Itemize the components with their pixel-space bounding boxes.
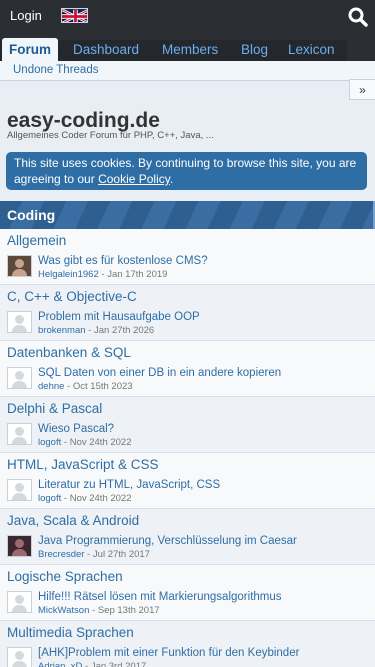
board-title[interactable]: HTML, JavaScript & CSS — [7, 457, 159, 472]
uk-flag-icon[interactable] — [61, 8, 88, 23]
board-row: Delphi & Pascal Wieso Pascal? logoft - Nov… — [0, 397, 375, 453]
cookie-text: This site uses cookies. By continuing to… — [14, 156, 357, 186]
tab-members[interactable]: Members — [155, 38, 225, 61]
post-date: Jan 17th 2019 — [107, 269, 168, 280]
undone-threads-link[interactable]: Undone Threads — [13, 64, 98, 76]
last-thread-link[interactable]: Hilfe!!! Rätsel lösen mit Markierungsalg… — [38, 591, 282, 603]
tab-dashboard[interactable]: Dashboard — [66, 38, 146, 61]
date-separator: - — [82, 661, 91, 667]
board-title[interactable]: Logische Sprachen — [7, 569, 123, 584]
author-link[interactable]: logoft — [38, 437, 61, 448]
post-date: Nov 24th 2022 — [69, 493, 132, 504]
post-date: Nov 24th 2022 — [69, 437, 132, 448]
author-link[interactable]: dehne — [38, 381, 64, 392]
avatar[interactable] — [7, 367, 32, 389]
date-separator: - — [98, 269, 108, 280]
last-thread-link[interactable]: SQL Daten von einer DB in ein andere kop… — [38, 367, 281, 379]
date-separator: - — [85, 325, 94, 336]
post-date: Oct 15th 2023 — [72, 381, 133, 392]
top-bar: Login — [0, 0, 375, 34]
board-title[interactable]: Allgemein — [7, 233, 66, 248]
date-separator: - — [84, 549, 93, 560]
board-row: C, C++ & Objective-C Problem mit Hausaufg… — [0, 285, 375, 341]
last-post-meta: logoft - Nov 24th 2022 — [38, 437, 132, 448]
avatar[interactable] — [7, 647, 32, 667]
login-link[interactable]: Login — [10, 8, 42, 23]
last-thread-link[interactable]: Wieso Pascal? — [38, 423, 114, 435]
board-title[interactable]: Delphi & Pascal — [7, 401, 102, 416]
collapse-sidebar-button[interactable]: » — [349, 79, 375, 100]
board-row: Allgemein Was gibt es für kostenlose CMS?… — [0, 229, 375, 285]
board-row: Multimedia Sprachen [AHK]Problem mit eine… — [0, 621, 375, 667]
last-post-meta: Adrian_xD - Jan 3rd 2017 — [38, 661, 146, 667]
last-post-meta: MickWatson - Sep 13th 2017 — [38, 605, 160, 616]
tab-lexicon[interactable]: Lexicon — [281, 38, 342, 61]
avatar[interactable] — [7, 591, 32, 613]
avatar[interactable] — [7, 535, 32, 557]
avatar[interactable] — [7, 423, 32, 445]
last-thread-link[interactable]: [AHK]Problem mit einer Funktion für den … — [38, 647, 299, 659]
board-row: Datenbanken & SQL SQL Daten von einer DB … — [0, 341, 375, 397]
cookie-policy-link[interactable]: Cookie Policy — [98, 172, 170, 186]
cookie-notice: This site uses cookies. By continuing to… — [6, 152, 367, 190]
avatar[interactable] — [7, 311, 32, 333]
board-row: Logische Sprachen Hilfe!!! Rätsel lösen m… — [0, 565, 375, 621]
post-date: Jul 27th 2017 — [92, 549, 150, 560]
last-thread-link[interactable]: Java Programmierung, Verschlüsselung im … — [38, 535, 297, 547]
board-title[interactable]: C, C++ & Objective-C — [7, 289, 137, 304]
board-title[interactable]: Datenbanken & SQL — [7, 345, 131, 360]
avatar[interactable] — [7, 479, 32, 501]
tab-blog[interactable]: Blog — [234, 38, 275, 61]
author-link[interactable]: MickWatson — [38, 605, 89, 616]
date-separator: - — [89, 605, 98, 616]
date-separator: - — [61, 493, 70, 504]
author-link[interactable]: Adrian_xD — [38, 661, 82, 667]
board-title[interactable]: Multimedia Sprachen — [7, 625, 134, 640]
post-date: Jan 3rd 2017 — [90, 661, 147, 667]
last-post-meta: Helgalein1962 - Jan 17th 2019 — [38, 269, 167, 280]
search-icon[interactable] — [341, 0, 375, 34]
author-link[interactable]: Brecresder — [38, 549, 84, 560]
tab-forum[interactable]: Forum — [2, 38, 58, 61]
avatar[interactable] — [7, 255, 32, 277]
author-link[interactable]: brokenman — [38, 325, 86, 336]
cookie-text-end: . — [169, 172, 174, 186]
date-separator: - — [61, 437, 70, 448]
post-date: Sep 13th 2017 — [97, 605, 160, 616]
post-date: Jan 27th 2026 — [93, 325, 155, 336]
last-post-meta: Brecresder - Jul 27th 2017 — [38, 549, 150, 560]
category-header[interactable]: Coding — [0, 201, 375, 229]
board-row: HTML, JavaScript & CSS Literatur zu HTML,… — [0, 453, 375, 509]
board-row: Java, Scala & Android Java Programmierung… — [0, 509, 375, 565]
date-separator: - — [64, 381, 73, 392]
site-subtitle: Allgemeines Coder Forum für PHP, C++, Ja… — [7, 130, 214, 141]
last-thread-link[interactable]: Literatur zu HTML, JavaScript, CSS — [38, 479, 220, 491]
board-title[interactable]: Java, Scala & Android — [7, 513, 139, 528]
last-thread-link[interactable]: Was gibt es für kostenlose CMS? — [38, 255, 208, 267]
author-link[interactable]: logoft — [38, 493, 61, 504]
last-post-meta: dehne - Oct 15th 2023 — [38, 381, 133, 392]
sub-navigation: Undone Threads — [0, 61, 375, 81]
author-link[interactable]: Helgalein1962 — [38, 269, 99, 280]
last-post-meta: brokenman - Jan 27th 2026 — [38, 325, 154, 336]
last-post-meta: logoft - Nov 24th 2022 — [38, 493, 132, 504]
last-thread-link[interactable]: Problem mit Hausaufgabe OOP — [38, 311, 200, 323]
